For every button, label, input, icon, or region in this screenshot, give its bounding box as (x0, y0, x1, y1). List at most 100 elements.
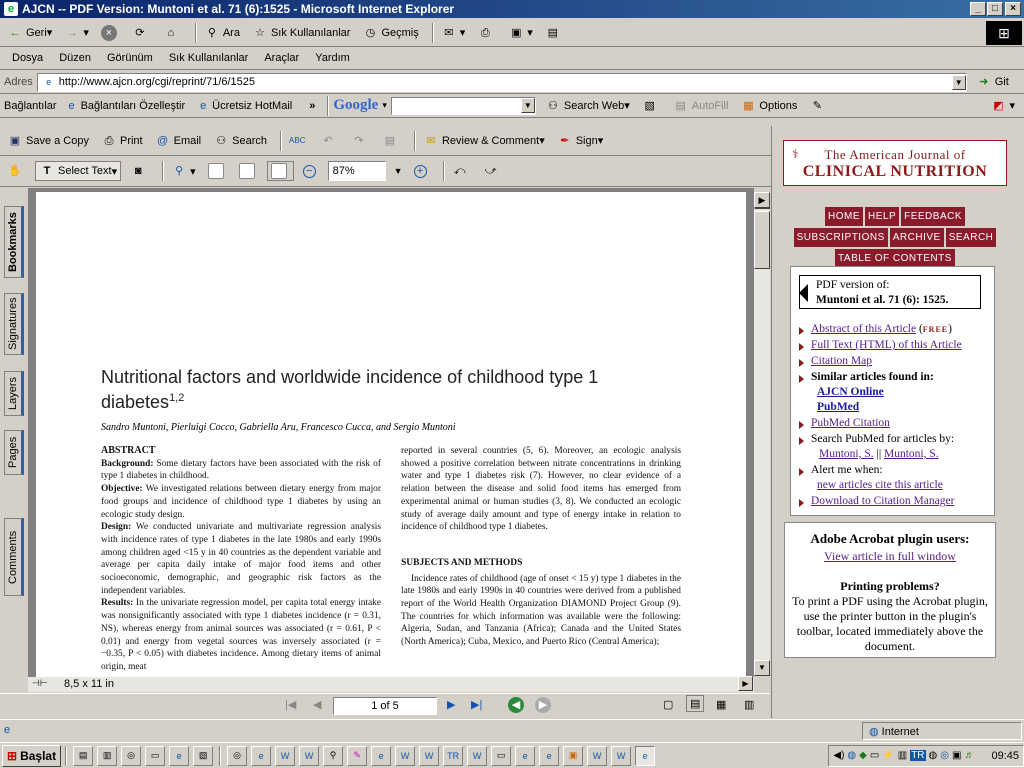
quicklaunch-icon[interactable]: ◎ (121, 745, 142, 766)
zoom-out-button[interactable]: − (300, 161, 322, 181)
email-button[interactable]: @ Email (152, 131, 205, 151)
acrobat-search-button[interactable]: ⚇ Search (210, 131, 270, 151)
zoom-in-button[interactable]: + (411, 161, 433, 181)
nav-home[interactable]: HOME (824, 207, 863, 226)
nav-help[interactable]: HELP (864, 207, 900, 226)
go-button[interactable]: ➜ Git (973, 72, 1012, 92)
volume-icon[interactable]: ◀) (833, 750, 844, 761)
menu-tools[interactable]: Araçlar (264, 52, 299, 64)
fit-page-button[interactable] (236, 161, 261, 181)
undo-button[interactable]: ↶ (317, 131, 342, 151)
go-forward-view-icon[interactable]: ▶ (535, 697, 551, 713)
tab-signatures[interactable]: Signatures (4, 293, 24, 355)
acrobat-print-button[interactable]: ⎙ Print (98, 131, 146, 151)
ie-quicklaunch-icon[interactable]: e (169, 745, 190, 766)
journal-logo[interactable]: The American Journal of CLINICAL NUTRITI… (783, 140, 1007, 186)
tab-comments[interactable]: Comments (4, 518, 24, 596)
scroll-down-button[interactable]: ▼ (754, 660, 770, 676)
vertical-scrollbar[interactable]: ▲ ▼ (754, 193, 770, 676)
fit-width-button[interactable] (266, 161, 294, 181)
task-button-icon[interactable]: e (539, 745, 560, 766)
google-menu-chevron-icon[interactable]: ▾ (382, 100, 387, 111)
author-link[interactable]: Muntoni, S. (884, 448, 939, 460)
quicklaunch-icon[interactable]: ▭ (145, 745, 166, 766)
continuous-facing-icon[interactable]: ▥ (744, 698, 754, 711)
home-button[interactable]: ⌂ (160, 23, 185, 43)
split-icon[interactable]: ⊣⊢ (32, 678, 48, 689)
actual-size-button[interactable] (205, 161, 230, 181)
edit-button[interactable]: ▣ ▾ (505, 23, 536, 43)
sign-button[interactable]: ✒ Sign ▾ (554, 131, 607, 151)
next-page-icon[interactable]: ▶ (447, 698, 455, 711)
first-page-icon[interactable]: |◀ (285, 698, 296, 711)
nav-subscriptions[interactable]: SUBSCRIPTIONS (793, 228, 888, 247)
facing-pages-icon[interactable]: ▦ (716, 698, 726, 711)
scroll-right-button[interactable]: ▶ (738, 676, 753, 691)
nav-feedback[interactable]: FEEDBACK (901, 207, 966, 226)
menu-help[interactable]: Yardım (315, 52, 350, 64)
options-button[interactable]: ▦ Options (737, 96, 800, 116)
snapshot-button[interactable]: ◙ (127, 161, 152, 181)
google-search-input[interactable]: ▼ (390, 96, 536, 115)
zoom-input[interactable]: 87% (327, 161, 386, 181)
save-copy-button[interactable]: ▣ Save a Copy (4, 131, 92, 151)
stop-button[interactable]: × (98, 23, 123, 43)
back-button[interactable]: ← Geri ▾ (4, 23, 55, 43)
new-articles-link[interactable]: new articles cite this article (817, 479, 943, 491)
tray-icon[interactable]: ◍ (847, 750, 856, 761)
tray-icon[interactable]: ◆ (859, 750, 867, 761)
highlight-button[interactable]: ✎ (806, 96, 831, 116)
address-input[interactable]: e http://www.ajcn.org/cgi/reprint/71/6/1… (36, 72, 967, 92)
zoom-tool-button[interactable]: ⚲ ▾ (168, 161, 199, 181)
word-task-icon[interactable]: W (611, 745, 632, 766)
tray-icon[interactable]: ▥ (898, 750, 907, 761)
minimize-button[interactable]: _ (970, 2, 986, 16)
go-back-view-icon[interactable]: ◀ (508, 697, 524, 713)
pubmed-link[interactable]: PubMed (817, 401, 859, 413)
continuous-page-icon[interactable]: ▤ (686, 695, 705, 712)
tray-icon[interactable]: ▣ (952, 750, 961, 761)
task-button-icon[interactable]: ▭ (491, 745, 512, 766)
view-full-window-link[interactable]: View article in full window (824, 549, 956, 563)
select-text-button[interactable]: T Select Text ▾ (35, 161, 122, 181)
word-task-icon[interactable]: W (467, 745, 488, 766)
link-hotmail[interactable]: e Ücretsiz HotMail (194, 96, 295, 116)
tray-icon[interactable]: ◎ (940, 750, 949, 761)
last-page-icon[interactable]: ▶| (471, 698, 482, 711)
page-number-field[interactable]: 1 of 5 (333, 697, 437, 715)
rotate-left-button[interactable]: ⤺ (449, 161, 474, 181)
redo-button[interactable]: ↷ (348, 131, 373, 151)
block-popups-button[interactable]: ▧ (639, 96, 664, 116)
word-task-icon[interactable]: W (395, 745, 416, 766)
link-customize[interactable]: e Bağlantıları Özelleştir (63, 96, 189, 116)
more-links-chevron-icon[interactable]: » (309, 100, 315, 112)
ajcn-online-link[interactable]: AJCN Online (817, 386, 884, 398)
abstract-link[interactable]: Abstract of this Article (811, 323, 916, 335)
close-button[interactable]: × (1005, 2, 1021, 16)
network-icon[interactable]: ▭ (870, 750, 879, 761)
refresh-button[interactable]: ⟳ (129, 23, 154, 43)
autofill-button[interactable]: ▤ AutoFill (670, 96, 732, 116)
search-button[interactable]: ⚲ Ara (201, 23, 243, 43)
panel-collapse-button[interactable]: ▶ (754, 192, 770, 208)
word-task-icon[interactable]: W (587, 745, 608, 766)
scroll-thumb[interactable] (754, 211, 770, 269)
acrobat-button[interactable]: ◩ ▾ (987, 96, 1018, 116)
review-comment-button[interactable]: ✉ Review & Comment ▾ (420, 131, 548, 151)
horizontal-scrollbar[interactable]: ⊣⊢ 8,5 x 11 in ▶ (28, 676, 754, 692)
mail-button[interactable]: ✉ ▾ (438, 23, 469, 43)
menu-edit[interactable]: Düzen (59, 52, 91, 64)
tray-icon[interactable]: ⚡ (882, 750, 894, 761)
previous-page-icon[interactable]: ◀ (313, 698, 321, 711)
task-button-icon[interactable]: ▣ (563, 745, 584, 766)
search-web-button[interactable]: ⚇ Search Web ▾ (542, 96, 633, 116)
copy-button[interactable]: ▤ (379, 131, 404, 151)
quicklaunch-icon[interactable]: ▧ (193, 745, 214, 766)
print-button[interactable]: ⎙ (474, 23, 499, 43)
author-link[interactable]: Muntoni, S. (819, 448, 874, 460)
quicklaunch-icon[interactable]: ▥ (97, 745, 118, 766)
tray-icon[interactable]: ♬ (964, 750, 974, 761)
nav-search[interactable]: SEARCH (945, 228, 997, 247)
quicklaunch-icon[interactable]: ▤ (73, 745, 94, 766)
maximize-button[interactable]: □ (987, 2, 1003, 16)
